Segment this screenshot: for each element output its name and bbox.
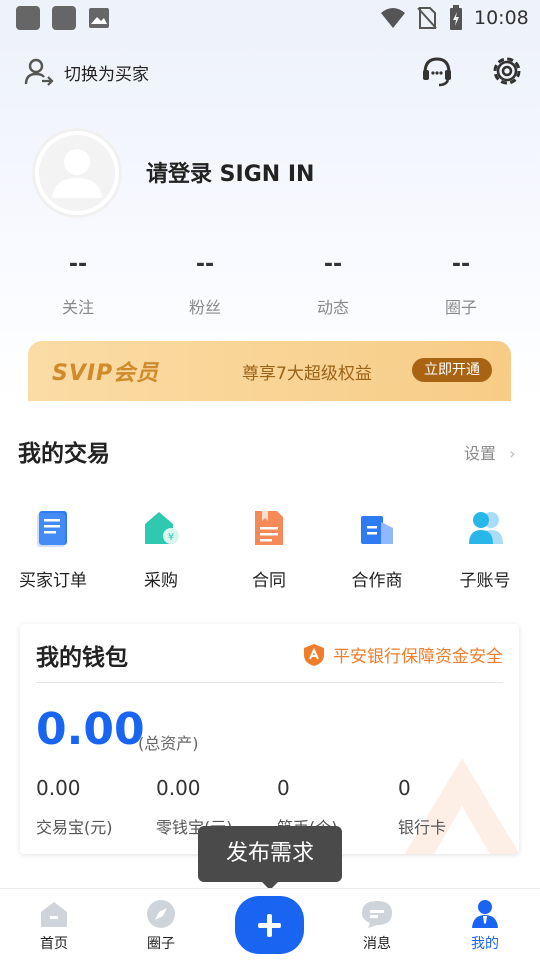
tab-home[interactable]: 首页 xyxy=(14,899,94,953)
wallet-item-value: 0 xyxy=(398,776,411,800)
trade-settings-label: 设置 xyxy=(464,444,497,463)
wallet-item-bank-cards[interactable]: 0 银行卡 xyxy=(398,776,446,838)
svg-text:¥: ¥ xyxy=(168,532,174,543)
tab-messages[interactable]: 消息 xyxy=(337,899,417,953)
wallet-card[interactable]: 我的钱包 平安银行保障资金安全 0.00 (总资产) 0.00 交易宝(元) 0… xyxy=(20,624,519,854)
clock: 10:08 xyxy=(474,7,529,29)
wallet-item-label: 交易宝(元) xyxy=(36,818,113,837)
avatar[interactable] xyxy=(32,128,122,218)
trade-section-title: 我的交易 xyxy=(18,441,110,467)
document-icon xyxy=(37,511,67,547)
stat-label: 圈子 xyxy=(444,298,477,317)
user-profile-icon xyxy=(472,900,498,928)
trade-item-contract[interactable]: 合同 xyxy=(224,508,314,591)
bank-security-badge[interactable]: 平安银行保障资金安全 xyxy=(303,642,503,667)
message-bubble-icon xyxy=(362,901,392,928)
wallet-item-trade-treasure[interactable]: 0.00 交易宝(元) xyxy=(36,776,113,838)
no-sim-icon xyxy=(417,7,437,29)
divider xyxy=(36,682,503,683)
battery-icon xyxy=(450,5,462,30)
purchase-house-icon: ¥ xyxy=(145,512,179,544)
default-avatar-icon xyxy=(39,135,115,211)
wallet-title: 我的钱包 xyxy=(36,645,128,671)
status-bar: 10:08 xyxy=(0,0,540,36)
trade-item-sub-accounts[interactable]: 子账号 xyxy=(440,508,530,591)
trade-item-buyer-orders[interactable]: 买家订单 xyxy=(8,508,98,591)
wifi-icon xyxy=(381,8,405,28)
tab-label: 我的 xyxy=(471,936,499,952)
stat-label: 粉丝 xyxy=(188,298,221,317)
login-link[interactable]: 请登录 SIGN IN xyxy=(146,156,314,188)
stat-label: 动态 xyxy=(316,298,349,317)
bank-security-text: 平安银行保障资金安全 xyxy=(333,647,503,667)
stat-value: -- xyxy=(195,252,215,277)
sub-account-icon xyxy=(469,512,503,544)
contract-icon xyxy=(255,511,283,545)
stat-circles[interactable]: -- 圈子 xyxy=(411,252,511,318)
wallet-item-value: 0.00 xyxy=(36,776,81,800)
settings-gear-icon[interactable] xyxy=(490,54,524,88)
notification-icon xyxy=(16,6,40,30)
stat-posts[interactable]: -- 动态 xyxy=(283,252,383,318)
plus-icon xyxy=(258,914,281,937)
notification-icon xyxy=(52,6,76,30)
trade-item-purchase[interactable]: ¥ 采购 xyxy=(116,508,206,591)
trade-item-label: 子账号 xyxy=(459,571,511,591)
trade-item-label: 合同 xyxy=(252,571,286,591)
tab-label: 首页 xyxy=(40,936,68,952)
tab-mine[interactable]: 我的 xyxy=(445,899,525,953)
stat-value: -- xyxy=(323,252,343,277)
total-assets-label: (总资产) xyxy=(138,734,199,753)
stat-fans[interactable]: -- 粉丝 xyxy=(155,252,255,318)
home-icon xyxy=(41,902,67,927)
stat-value: -- xyxy=(451,252,471,277)
publish-request-button[interactable] xyxy=(235,896,304,954)
switch-user-icon xyxy=(24,58,54,86)
total-assets-value: 0.00 xyxy=(36,704,145,755)
stat-label: 关注 xyxy=(61,298,94,317)
trade-item-label: 合作商 xyxy=(351,571,403,591)
wallet-item-value: 0.00 xyxy=(156,776,201,800)
image-icon xyxy=(89,8,109,28)
tab-label: 圈子 xyxy=(147,936,175,952)
switch-role-label: 切换为买家 xyxy=(64,64,149,85)
trade-settings-link[interactable]: 设置 › xyxy=(464,440,516,464)
trade-item-label: 采购 xyxy=(144,571,178,591)
wallet-item-label: 银行卡 xyxy=(398,818,447,837)
customer-service-icon[interactable] xyxy=(420,54,454,88)
svip-description: 尊享7大超级权益 xyxy=(242,364,372,384)
shield-icon xyxy=(304,643,324,666)
switch-role-button[interactable]: 切换为买家 xyxy=(24,56,149,88)
trade-item-label: 买家订单 xyxy=(19,571,87,591)
chevron-right-icon: › xyxy=(509,444,516,463)
tab-circles[interactable]: 圈子 xyxy=(121,899,201,953)
stat-follow[interactable]: -- 关注 xyxy=(28,252,128,318)
trade-item-partners[interactable]: 合作商 xyxy=(332,508,422,591)
tab-label: 消息 xyxy=(363,936,391,952)
wallet-item-value: 0 xyxy=(277,776,290,800)
compass-icon xyxy=(147,900,175,928)
stat-value: -- xyxy=(68,252,88,277)
svip-activate-button[interactable]: 立即开通 xyxy=(412,358,492,382)
svip-logo: SVIP会员 xyxy=(52,361,160,386)
publish-request-tooltip: 发布需求 xyxy=(198,826,342,890)
partner-building-icon xyxy=(361,516,393,544)
